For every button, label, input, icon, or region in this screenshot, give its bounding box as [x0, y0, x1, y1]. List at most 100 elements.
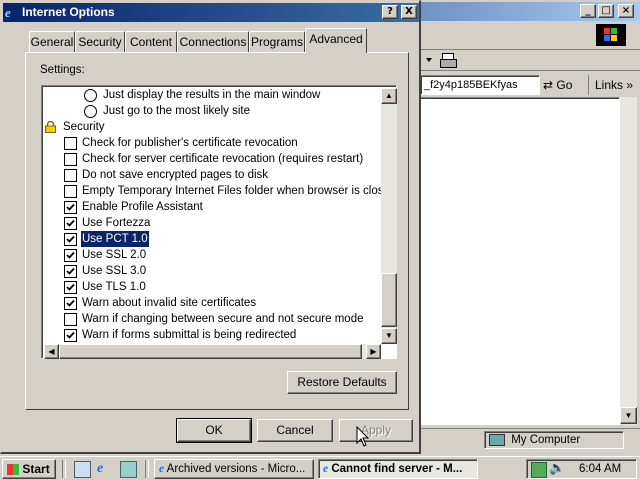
settings-item[interactable]: Check for publisher's certificate revoca… [42, 135, 382, 151]
settings-item-label: Warn if forms submittal is being redirec… [82, 329, 297, 341]
settings-item-label: Enable Profile Assistant [82, 201, 203, 213]
tab-content[interactable]: Content [125, 31, 177, 52]
tab-programs[interactable]: Programs [249, 31, 305, 52]
cancel-button[interactable]: Cancel [257, 419, 333, 442]
tab-label: Content [129, 35, 173, 49]
settings-item[interactable]: Do not save encrypted pages to disk [42, 167, 382, 183]
scroll-left-arrow-icon[interactable]: ◀ [44, 344, 59, 359]
maximize-button[interactable]: □ [598, 4, 614, 18]
scroll-right-arrow-icon[interactable]: ▶ [366, 344, 381, 359]
show-desktop-icon[interactable] [74, 461, 91, 478]
settings-vertical-scrollbar[interactable]: ▲ ▼ [381, 88, 397, 344]
apply-button[interactable]: Apply [339, 419, 413, 442]
vertical-scrollbar[interactable]: ▼ [620, 97, 637, 425]
radio-button[interactable] [84, 105, 97, 118]
settings-item[interactable]: Use SSL 2.0 [42, 247, 382, 263]
settings-item[interactable]: Use SSL 3.0 [42, 263, 382, 279]
settings-item[interactable]: Warn if forms submittal is being redirec… [42, 327, 382, 342]
help-button[interactable]: ? [382, 5, 398, 19]
settings-item[interactable]: Check for server certificate revocation … [42, 151, 382, 167]
scroll-up-arrow-icon[interactable]: ▲ [381, 88, 397, 104]
settings-item[interactable]: Just display the results in the main win… [42, 87, 382, 103]
ie-icon: e [5, 5, 11, 20]
print-icon[interactable] [440, 53, 457, 68]
checkbox[interactable] [64, 153, 77, 166]
checkbox[interactable] [64, 281, 77, 294]
checkbox[interactable] [64, 297, 77, 310]
address-field[interactable]: _f2y4p185BEKfyas [420, 75, 540, 95]
start-label: Start [22, 462, 50, 476]
horizontal-scroll-thumb[interactable] [59, 344, 362, 359]
toolbar-dropdown-arrow-icon[interactable] [426, 58, 432, 62]
go-label: Go [556, 78, 573, 92]
tab-label: General [30, 35, 74, 49]
scroll-down-arrow-icon[interactable]: ▼ [620, 407, 637, 424]
dialog-title-bar[interactable]: e Internet Options ? X [3, 3, 419, 22]
settings-item-label: Just display the results in the main win… [103, 89, 321, 101]
tab-label: Programs [250, 35, 303, 49]
checkbox[interactable] [64, 201, 77, 214]
dialog-close-button[interactable]: X [401, 5, 417, 19]
minimize-button[interactable]: _ [580, 4, 596, 18]
checkbox[interactable] [64, 137, 77, 150]
ie-icon: e [323, 463, 329, 475]
system-tray: 🔈 6:04 AM [526, 459, 637, 479]
checkbox[interactable] [64, 329, 77, 342]
links-label: Links [595, 78, 624, 92]
checkbox[interactable] [64, 169, 77, 182]
address-text: _f2y4p185BEKfyas [424, 79, 518, 91]
checkbox[interactable] [64, 233, 77, 246]
settings-item[interactable]: Use Fortezza [42, 215, 382, 231]
ok-button[interactable]: OK [176, 418, 252, 443]
links-button[interactable]: Links » [588, 75, 640, 95]
scroll-down-arrow-icon[interactable]: ▼ [381, 328, 397, 344]
tab-advanced[interactable]: Advanced [305, 28, 367, 53]
tab-general[interactable]: General [29, 31, 75, 52]
settings-item[interactable]: Just go to the most likely site [42, 103, 382, 119]
start-button[interactable]: Start [2, 459, 56, 479]
status-bar: My Computer [420, 428, 640, 451]
tab-security[interactable]: Security [75, 31, 125, 52]
dialog-title: Internet Options [22, 5, 115, 19]
settings-item-label: Empty Temporary Internet Files folder wh… [82, 185, 382, 197]
network-icon[interactable] [531, 462, 547, 478]
settings-tree[interactable]: Just display the results in the main win… [41, 85, 397, 359]
settings-item-label: Use TLS 1.0 [82, 281, 146, 293]
settings-item[interactable]: Warn about invalid site certificates [42, 295, 382, 311]
task-button-cannot-find-server[interactable]: e Cannot find server - M... [318, 459, 478, 479]
checkbox[interactable] [64, 249, 77, 262]
ie-launch-icon[interactable]: e [97, 461, 112, 476]
settings-item[interactable]: Empty Temporary Internet Files folder wh… [42, 183, 382, 199]
settings-item-label: Use Fortezza [82, 217, 151, 229]
checkbox[interactable] [64, 265, 77, 278]
settings-item[interactable]: Warn if changing between secure and not … [42, 311, 382, 327]
checkbox[interactable] [64, 313, 77, 326]
quicklaunch-divider [62, 460, 66, 478]
settings-item[interactable]: Use TLS 1.0 [42, 279, 382, 295]
settings-list: Just display the results in the main win… [42, 86, 382, 342]
outlook-express-icon[interactable] [120, 461, 137, 478]
taskbar: Start e e Archived versions - Micro... e… [0, 456, 640, 480]
task-button-archived[interactable]: e Archived versions - Micro... [154, 459, 314, 479]
checkbox[interactable] [64, 217, 77, 230]
close-button[interactable]: × [618, 4, 634, 18]
restore-defaults-button[interactable]: Restore Defaults [287, 371, 397, 394]
radio-button[interactable] [84, 89, 97, 102]
settings-item[interactable]: Use PCT 1.0 [42, 230, 382, 248]
settings-item-label: Use SSL 3.0 [82, 265, 147, 277]
volume-icon[interactable]: 🔈 [549, 461, 565, 477]
go-button[interactable]: ⇄ Go [543, 75, 583, 95]
checkbox[interactable] [64, 185, 77, 198]
settings-item[interactable]: Enable Profile Assistant [42, 199, 382, 215]
my-computer-icon [489, 433, 505, 446]
scroll-thumb[interactable] [381, 273, 397, 327]
tab-label: Advanced [309, 32, 363, 46]
tab-connections[interactable]: Connections [177, 31, 249, 52]
internet-options-dialog: e Internet Options ? X General Security … [0, 0, 421, 454]
ok-label: OK [205, 423, 223, 437]
status-zone: My Computer [484, 431, 624, 449]
settings-item-label: Do not save encrypted pages to disk [82, 169, 269, 181]
page-content-area [418, 97, 620, 425]
task-label: Cannot find server - M... [331, 463, 463, 475]
settings-horizontal-scrollbar[interactable]: ◀ ▶ [44, 344, 381, 359]
